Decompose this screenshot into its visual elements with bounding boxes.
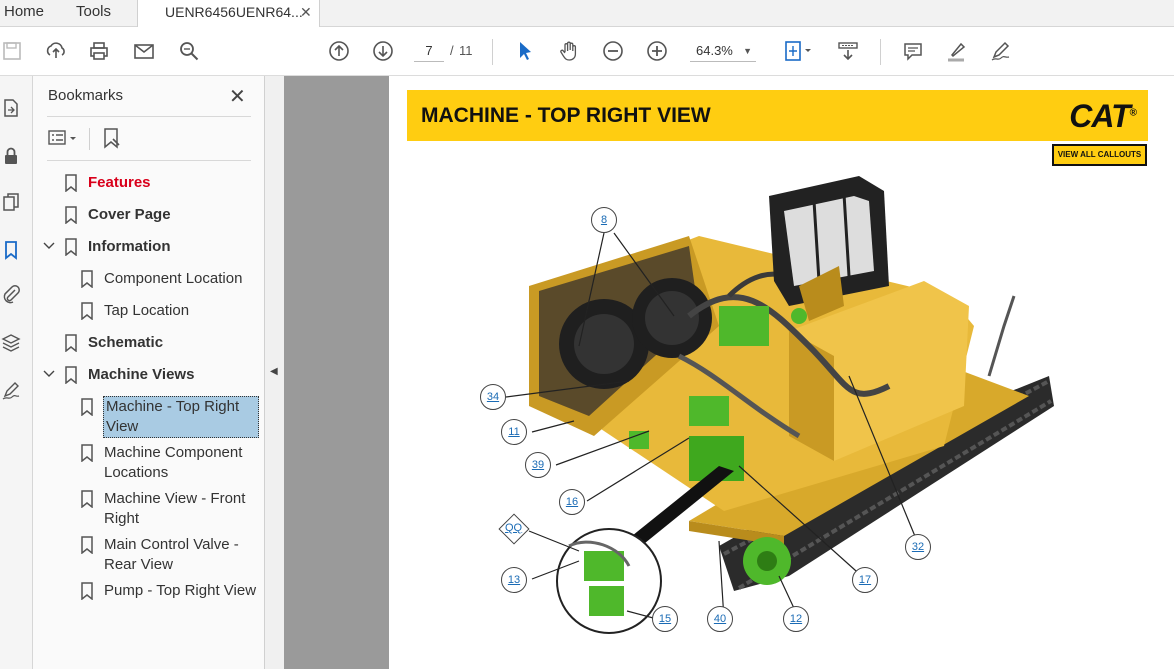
bookmark-icon	[65, 238, 77, 256]
pdf-page: MACHINE - TOP RIGHT VIEW CAT® VIEW ALL C…	[389, 76, 1174, 669]
chevron-left-icon: ◀	[270, 366, 278, 377]
new-bookmark-icon	[104, 128, 120, 149]
sign-icon[interactable]	[989, 39, 1013, 63]
callout-13[interactable]: 13	[501, 567, 527, 593]
page-total: 11	[459, 43, 473, 58]
close-tab-icon[interactable]: ✕	[300, 4, 312, 21]
callout-12[interactable]: 12	[783, 606, 809, 632]
highlight-icon[interactable]	[945, 39, 969, 63]
callout-32[interactable]: 32	[905, 534, 931, 560]
bookmark-cover-page[interactable]: Cover Page	[88, 205, 171, 225]
tab-tools[interactable]: Tools	[76, 0, 111, 27]
bookmarks-panel: Bookmarks ✕ Features Cover Page Informat…	[33, 76, 265, 669]
bookmark-icon	[65, 366, 77, 384]
bookmark-options-button[interactable]	[48, 126, 78, 150]
bookmark-schematic[interactable]: Schematic	[88, 333, 163, 353]
left-rail	[0, 76, 33, 669]
tab-home[interactable]: Home	[4, 0, 44, 27]
list-options-icon	[48, 130, 76, 145]
scroll-mode-icon[interactable]	[836, 39, 860, 63]
bookmark-icon	[81, 302, 93, 320]
previous-page-icon[interactable]	[327, 39, 351, 63]
page-separator: /	[450, 43, 454, 58]
zoom-in-icon[interactable]	[645, 39, 669, 63]
export-pdf-icon[interactable]	[0, 96, 22, 120]
callout-8[interactable]: 8	[591, 207, 617, 233]
toolbar: 7 / 11 64.3% ▼	[0, 27, 1174, 76]
tab-bar: Home Tools UENR6456UENR64... ✕	[0, 0, 1174, 28]
zoom-value: 64.3%	[696, 43, 733, 58]
fit-page-icon[interactable]	[780, 39, 816, 63]
bookmark-pump-top-right-view[interactable]: Pump - Top Right View	[104, 581, 256, 601]
bookmark-icon	[81, 444, 93, 462]
callout-39[interactable]: 39	[525, 452, 551, 478]
toolbar-divider	[492, 39, 493, 65]
pages-icon[interactable]	[0, 190, 22, 214]
callout-40[interactable]: 40	[707, 606, 733, 632]
bookmark-icon	[65, 334, 77, 352]
next-page-icon[interactable]	[371, 39, 395, 63]
select-tool-icon[interactable]	[513, 39, 537, 63]
divider	[47, 160, 251, 161]
upload-icon[interactable]	[44, 39, 68, 63]
bookmark-icon	[65, 174, 77, 192]
save-icon[interactable]	[0, 39, 24, 63]
bookmark-icon	[81, 490, 93, 508]
chevron-down-icon: ▼	[743, 46, 752, 56]
bookmark-component-location[interactable]: Component Location	[104, 269, 242, 289]
chevron-down-icon[interactable]	[43, 369, 55, 381]
bookmarks-title: Bookmarks	[48, 87, 124, 104]
comment-icon[interactable]	[901, 39, 925, 63]
divider	[89, 128, 90, 150]
callout-17[interactable]: 17	[852, 567, 878, 593]
page-number-input[interactable]: 7	[414, 40, 444, 62]
bookmark-information[interactable]: Information	[88, 237, 171, 257]
bookmark-icon	[81, 398, 93, 416]
callout-34[interactable]: 34	[480, 384, 506, 410]
bookmark-icon	[81, 270, 93, 288]
email-icon[interactable]	[132, 39, 156, 63]
divider	[47, 116, 251, 117]
tab-document[interactable]: UENR6456UENR64...	[137, 0, 320, 28]
bookmark-tap-location[interactable]: Tap Location	[104, 301, 189, 321]
bookmark-machine-component-locations[interactable]: Machine Component Locations	[104, 443, 254, 483]
callout-11[interactable]: 11	[501, 419, 527, 445]
callout-15[interactable]: 15	[652, 606, 678, 632]
bookmark-icon	[81, 582, 93, 600]
zoom-select[interactable]: 64.3% ▼	[690, 40, 756, 62]
close-icon[interactable]: ✕	[229, 84, 246, 109]
signature-panel-icon[interactable]	[0, 379, 22, 403]
bookmark-machine-views[interactable]: Machine Views	[88, 365, 194, 385]
bookmark-main-control-valve-rear-view[interactable]: Main Control Valve - Rear View	[104, 535, 254, 575]
print-icon[interactable]	[87, 39, 111, 63]
bookmark-panel-icon[interactable]	[0, 238, 22, 262]
callout-16[interactable]: 16	[559, 489, 585, 515]
zoom-out-icon[interactable]	[601, 39, 625, 63]
attachment-icon[interactable]	[0, 282, 22, 306]
bookmark-icon	[65, 206, 77, 224]
bookmark-features[interactable]: Features	[88, 173, 151, 193]
panel-collapse-handle[interactable]: ◀	[265, 76, 284, 669]
bookmark-icon	[81, 536, 93, 554]
bookmark-machine-top-right-view[interactable]: Machine - Top Right View	[103, 396, 259, 438]
layers-icon[interactable]	[0, 331, 22, 355]
callout-qq[interactable]: QQ	[505, 522, 522, 534]
lock-icon[interactable]	[0, 144, 22, 168]
tab-document-label: UENR6456UENR64...	[165, 4, 303, 20]
hand-tool-icon[interactable]	[557, 39, 581, 63]
chevron-down-icon[interactable]	[43, 241, 55, 253]
bookmark-machine-view-front-right[interactable]: Machine View - Front Right	[104, 489, 254, 529]
search-icon[interactable]	[177, 39, 201, 63]
new-bookmark-button[interactable]	[101, 126, 123, 150]
toolbar-divider	[880, 39, 881, 65]
document-viewport[interactable]: MACHINE - TOP RIGHT VIEW CAT® VIEW ALL C…	[284, 76, 1174, 669]
